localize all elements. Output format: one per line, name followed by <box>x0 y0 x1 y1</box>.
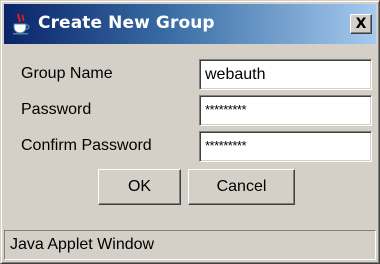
title-bar[interactable]: Create New Group X <box>4 4 376 44</box>
group-name-input[interactable]: webauth <box>199 59 372 90</box>
close-icon: X <box>355 16 367 32</box>
java-coffee-cup-icon <box>10 13 32 35</box>
confirm-password-input[interactable]: ********* <box>199 131 372 162</box>
close-button[interactable]: X <box>350 14 372 34</box>
password-input[interactable]: ********* <box>199 95 372 126</box>
password-label: Password <box>21 101 92 118</box>
cancel-button[interactable]: Cancel <box>188 169 295 205</box>
create-new-group-dialog: Create New Group X Group Name webauth Pa… <box>0 0 380 264</box>
group-name-label: Group Name <box>21 65 113 82</box>
dialog-title: Create New Group <box>38 13 215 33</box>
ok-button[interactable]: OK <box>98 169 181 205</box>
confirm-password-label: Confirm Password <box>21 137 152 154</box>
status-bar: Java Applet Window <box>4 230 376 260</box>
